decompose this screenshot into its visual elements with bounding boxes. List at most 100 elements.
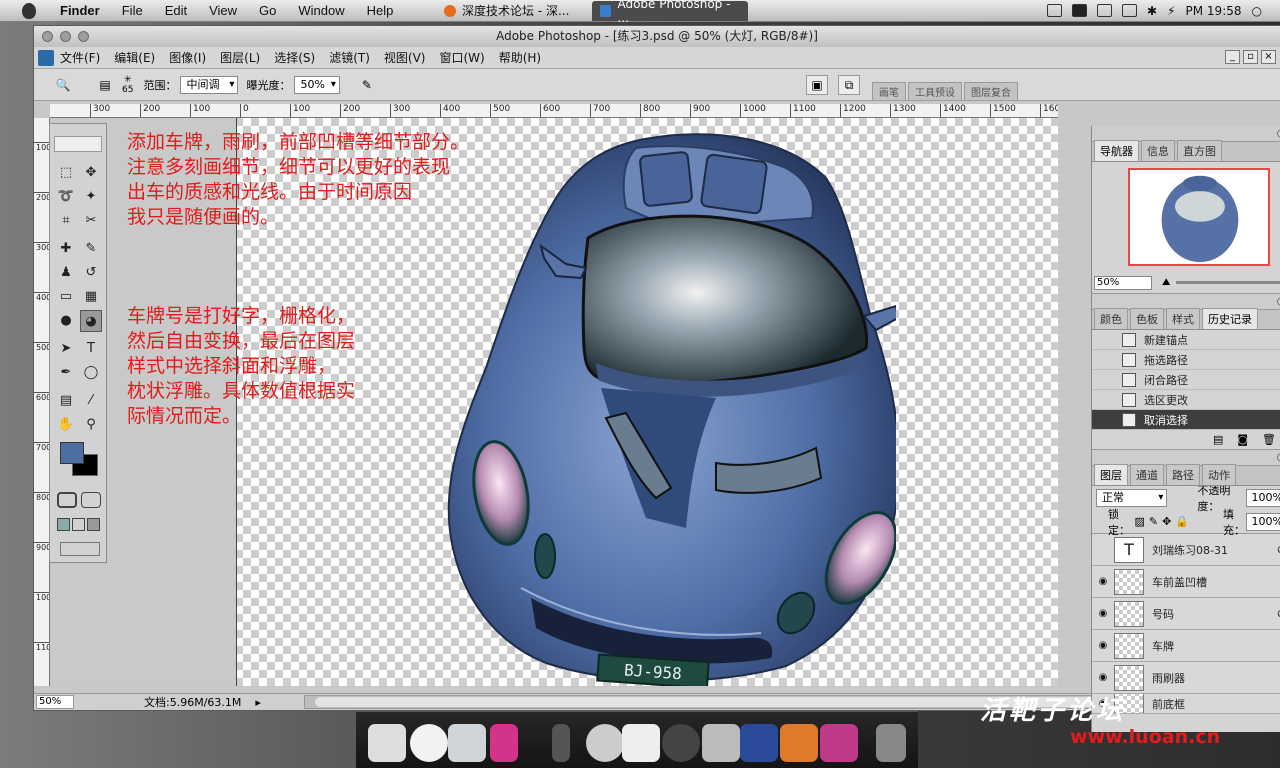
menu-finder[interactable]: Finder (60, 3, 100, 18)
gear-icon[interactable] (662, 724, 700, 762)
menu-image-cn[interactable]: 图像(I) (169, 49, 206, 66)
hand-tool-icon[interactable]: ✋ (55, 414, 77, 436)
new-document-icon[interactable]: ▤ (1213, 433, 1223, 446)
eyedropper-icon[interactable]: ⁄ (80, 390, 102, 412)
clock-icon[interactable] (410, 724, 448, 762)
menu-window[interactable]: Window (298, 3, 344, 18)
eye-icon[interactable]: ◉ (1092, 608, 1114, 619)
truck-icon[interactable] (622, 724, 660, 762)
menu-file[interactable]: File (122, 3, 143, 18)
menu-edit-cn[interactable]: 编辑(E) (114, 49, 155, 66)
power-icon[interactable]: ⚡ (1167, 4, 1175, 18)
tab-layers[interactable]: 图层 (1094, 464, 1128, 485)
zoom-field[interactable]: 50% (36, 695, 74, 709)
tab-navigator[interactable]: 导航器 (1094, 140, 1139, 161)
menu-view-cn[interactable]: 视图(V) (384, 49, 426, 66)
navigator-zoom-field[interactable]: 50% (1094, 275, 1152, 290)
menu-filter-cn[interactable]: 滤镜(T) (329, 49, 370, 66)
tab-color[interactable]: 颜色 (1094, 308, 1128, 329)
crop-tool-icon[interactable]: ⌗ (55, 210, 77, 232)
go-to-bridge-icon[interactable]: ⧉ (838, 75, 860, 95)
monitor-icon[interactable] (448, 724, 486, 762)
healing-brush-icon[interactable]: ✚ (55, 238, 77, 260)
trash-icon[interactable]: 🗑 (1262, 433, 1276, 446)
tab-swatches[interactable]: 色板 (1130, 308, 1164, 329)
palette-well-icon[interactable]: ▣ (806, 75, 828, 95)
lock-transparent-icon[interactable]: ▨ (1135, 515, 1145, 528)
quick-mask-icon[interactable] (81, 492, 101, 508)
eye-icon[interactable]: ◉ (1092, 576, 1114, 587)
tab-channels[interactable]: 通道 (1130, 464, 1164, 485)
gradient-tool-icon[interactable]: ▦ (80, 286, 102, 308)
history-item[interactable]: 选区更改 (1092, 390, 1280, 410)
clock[interactable]: PM 19:58 (1186, 4, 1242, 18)
tab-history[interactable]: 历史记录 (1202, 308, 1258, 329)
eraser-tool-icon[interactable]: ▭ (55, 286, 77, 308)
history-item[interactable]: 新建锚点 (1092, 330, 1280, 350)
dodge-tool-icon[interactable]: ◕ (80, 310, 102, 332)
history-brush-icon[interactable]: ↺ (80, 262, 102, 284)
tab-tool-presets[interactable]: 工具预设 (908, 82, 962, 100)
menu-select-cn[interactable]: 选择(S) (274, 49, 315, 66)
blend-mode-select[interactable]: 正常 (1096, 489, 1168, 507)
network-icon[interactable] (702, 724, 740, 762)
ps-app-icon[interactable] (38, 49, 54, 66)
flower-app-icon[interactable] (780, 724, 818, 762)
restore-icon[interactable]: ▫ (1243, 50, 1258, 64)
tab-histogram[interactable]: 直方图 (1177, 140, 1222, 161)
screen-mode-full-icon[interactable] (87, 518, 100, 531)
menu-layer-cn[interactable]: 图层(L) (220, 49, 260, 66)
jump-to-imageready-icon[interactable] (60, 542, 100, 556)
menu-edit[interactable]: Edit (165, 3, 187, 18)
shape-tool-icon[interactable]: ◯ (80, 362, 102, 384)
layer-row[interactable]: ◉ 号码 ⊘ (1092, 598, 1280, 630)
brush-preset-icon[interactable]: ▤ (94, 75, 116, 95)
taskbar-tab-forum[interactable]: 深度技术论坛 - 深... (436, 1, 584, 21)
move-tool-icon[interactable]: ✥ (80, 162, 102, 184)
photoshop-dock-icon[interactable] (740, 724, 778, 762)
tab-layer-comps[interactable]: 图层复合 (964, 82, 1018, 100)
airbrush-icon[interactable]: ✎ (356, 75, 378, 95)
dodge-tool-preset-icon[interactable]: 🔍 (52, 75, 74, 95)
zoom-tool-icon[interactable]: ⚲ (80, 414, 102, 436)
history-item-active[interactable]: 取消选择 (1092, 410, 1280, 430)
clone-stamp-icon[interactable]: ♟ (55, 262, 77, 284)
navigator-thumbnail[interactable] (1128, 168, 1270, 266)
slice-tool-icon[interactable]: ✂ (80, 210, 102, 232)
history-item[interactable]: 拖选路径 (1092, 350, 1280, 370)
spotlight-icon[interactable]: ○ (1252, 4, 1262, 18)
menu-view[interactable]: View (209, 3, 237, 18)
exposure-field[interactable]: 50% (294, 75, 340, 94)
lasso-tool-icon[interactable]: ➰ (55, 186, 77, 208)
eye-icon[interactable]: ◉ (1092, 672, 1114, 683)
close-icon[interactable]: × (1261, 50, 1276, 64)
butterfly-app-icon[interactable] (820, 724, 858, 762)
pen-tool-icon[interactable]: ✒ (55, 362, 77, 384)
zoom-slider[interactable] (1176, 281, 1280, 284)
menu-go[interactable]: Go (259, 3, 276, 18)
lock-position-icon[interactable]: ✥ (1162, 515, 1171, 528)
flashlight-icon[interactable] (552, 724, 570, 762)
minimize-icon[interactable]: _ (1225, 50, 1240, 64)
apple-icon[interactable] (22, 2, 36, 19)
tray-icon-2[interactable] (1072, 4, 1088, 17)
tab-styles[interactable]: 样式 (1166, 308, 1200, 329)
screen-mode-standard-icon[interactable] (57, 518, 70, 531)
tray-icon-3[interactable] (1097, 4, 1113, 17)
tray-icon-4[interactable] (1122, 4, 1138, 17)
gamepad-icon[interactable] (368, 724, 406, 762)
brush-size-picker[interactable]: ✳ 65 (122, 75, 133, 95)
path-selection-icon[interactable]: ➤ (55, 338, 77, 360)
brush-tool-icon[interactable]: ✎ (80, 238, 102, 260)
history-item[interactable]: 闭合路径 (1092, 370, 1280, 390)
fill-field[interactable]: 100% (1245, 512, 1280, 531)
menu-help-cn[interactable]: 帮助(H) (499, 49, 541, 66)
marquee-tool-icon[interactable]: ⬚ (55, 162, 77, 184)
range-select[interactable]: 中间调 (180, 75, 239, 94)
close-window-icon[interactable] (42, 31, 53, 42)
tray-icon-1[interactable] (1047, 4, 1063, 17)
layer-row[interactable]: ◉ 车前盖凹槽 (1092, 566, 1280, 598)
standard-mode-icon[interactable] (57, 492, 77, 508)
trash-dock-icon[interactable] (876, 724, 906, 762)
notes-tool-icon[interactable]: ▤ (55, 390, 77, 412)
